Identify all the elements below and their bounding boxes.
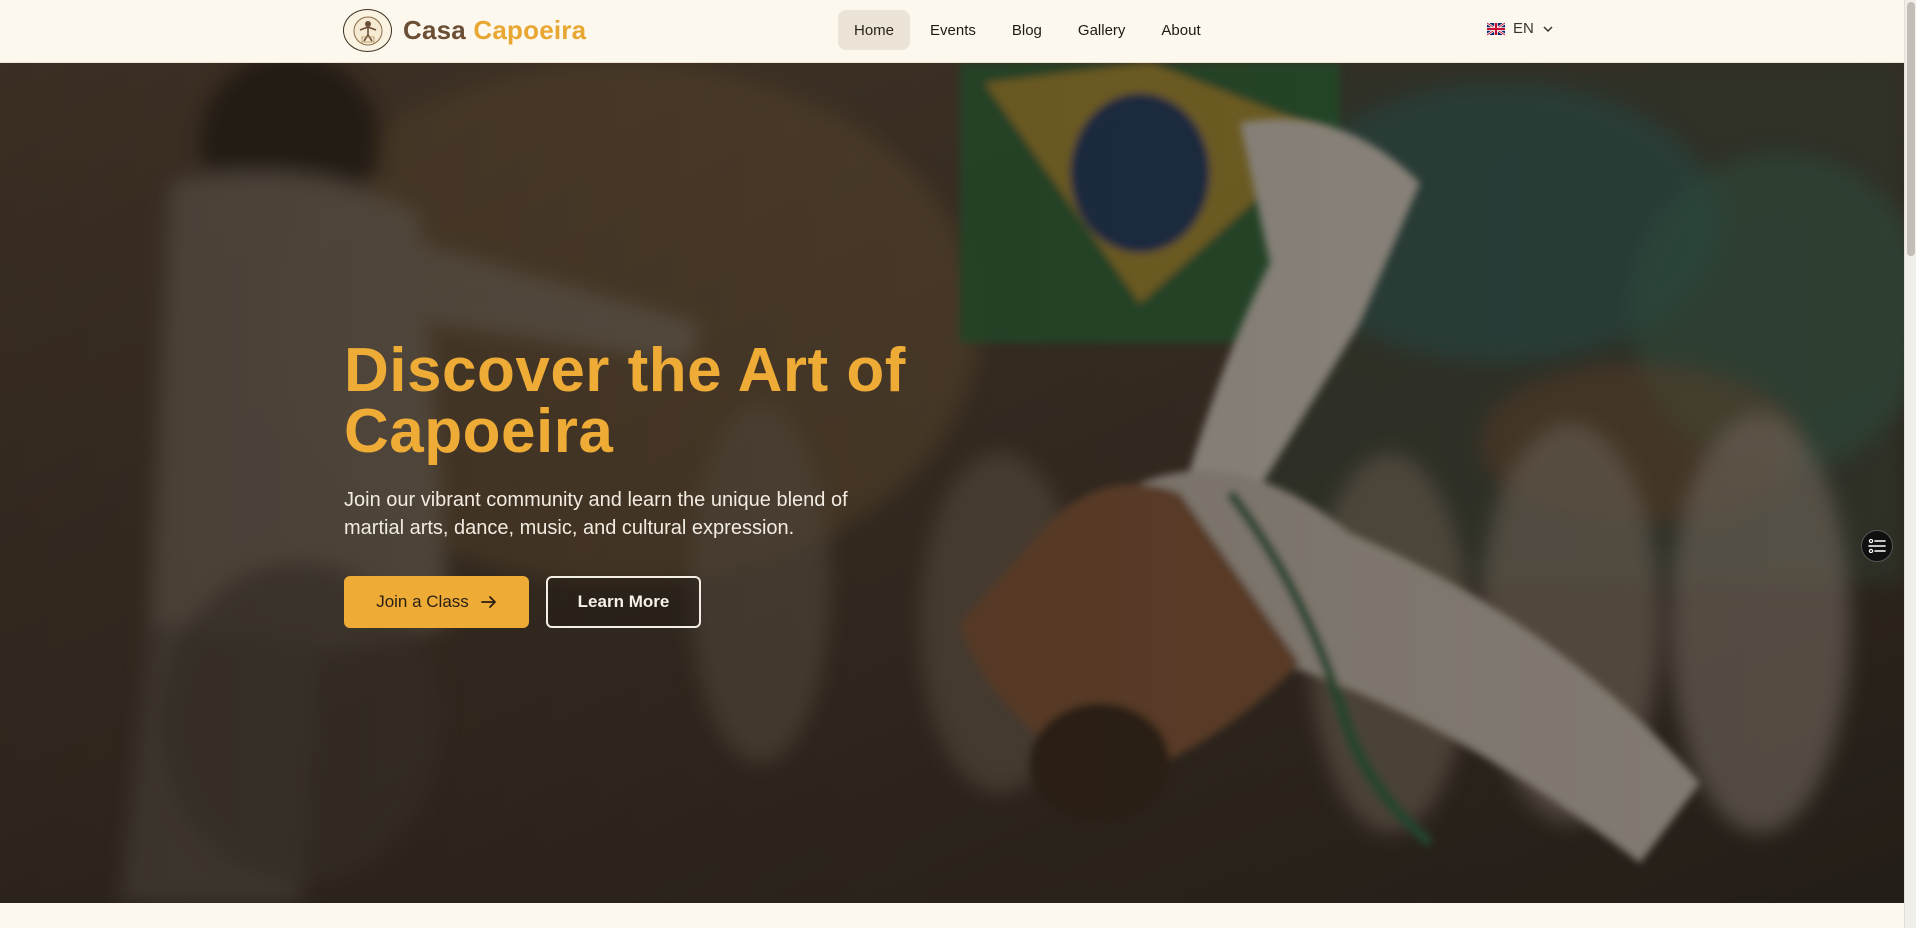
hero-subtitle: Join our vibrant community and learn the… — [344, 489, 848, 539]
nav-blog[interactable]: Blog — [996, 10, 1058, 50]
language-code: EN — [1513, 20, 1534, 37]
brand-word-casa: Casa — [403, 15, 466, 45]
top-navbar: Casa Capoeira Home Events Blog Gallery A… — [0, 0, 1904, 63]
brand-word-capoeira: Capoeira — [473, 15, 587, 45]
hero-content: Discover the Art of Capoeira Join our vi… — [344, 340, 964, 628]
filter-list-icon — [1868, 539, 1886, 553]
join-class-label: Join a Class — [376, 592, 469, 611]
nav-about[interactable]: About — [1145, 10, 1216, 50]
chevron-down-icon — [1543, 25, 1553, 32]
next-section-edge — [0, 903, 1904, 928]
nav-home[interactable]: Home — [838, 10, 911, 50]
brand-name: Casa Capoeira — [403, 15, 586, 46]
filter-list-icon-button[interactable] — [1861, 530, 1893, 562]
hero-buttons: Join a Class Learn More — [344, 576, 964, 628]
language-selector[interactable]: EN — [1487, 20, 1554, 37]
uk-flag-icon — [1487, 21, 1505, 36]
main-nav: Home Events Blog Gallery About — [838, 10, 1221, 50]
hero-title: Discover the Art of Capoeira — [344, 336, 906, 466]
page-scrollbar[interactable] — [1904, 0, 1916, 928]
nav-gallery[interactable]: Gallery — [1062, 10, 1142, 50]
learn-more-button[interactable]: Learn More — [546, 576, 701, 628]
capoeira-logo-icon — [343, 9, 392, 52]
page: Casa Capoeira Home Events Blog Gallery A… — [0, 0, 1916, 928]
scrollbar-thumb[interactable] — [1907, 2, 1915, 256]
hero-section: Discover the Art of Capoeira Join our vi… — [0, 63, 1904, 903]
join-class-button[interactable]: Join a Class — [344, 576, 529, 628]
nav-events[interactable]: Events — [914, 10, 992, 50]
brand-logo-link[interactable]: Casa Capoeira — [343, 9, 586, 52]
arrow-right-icon — [480, 596, 496, 608]
